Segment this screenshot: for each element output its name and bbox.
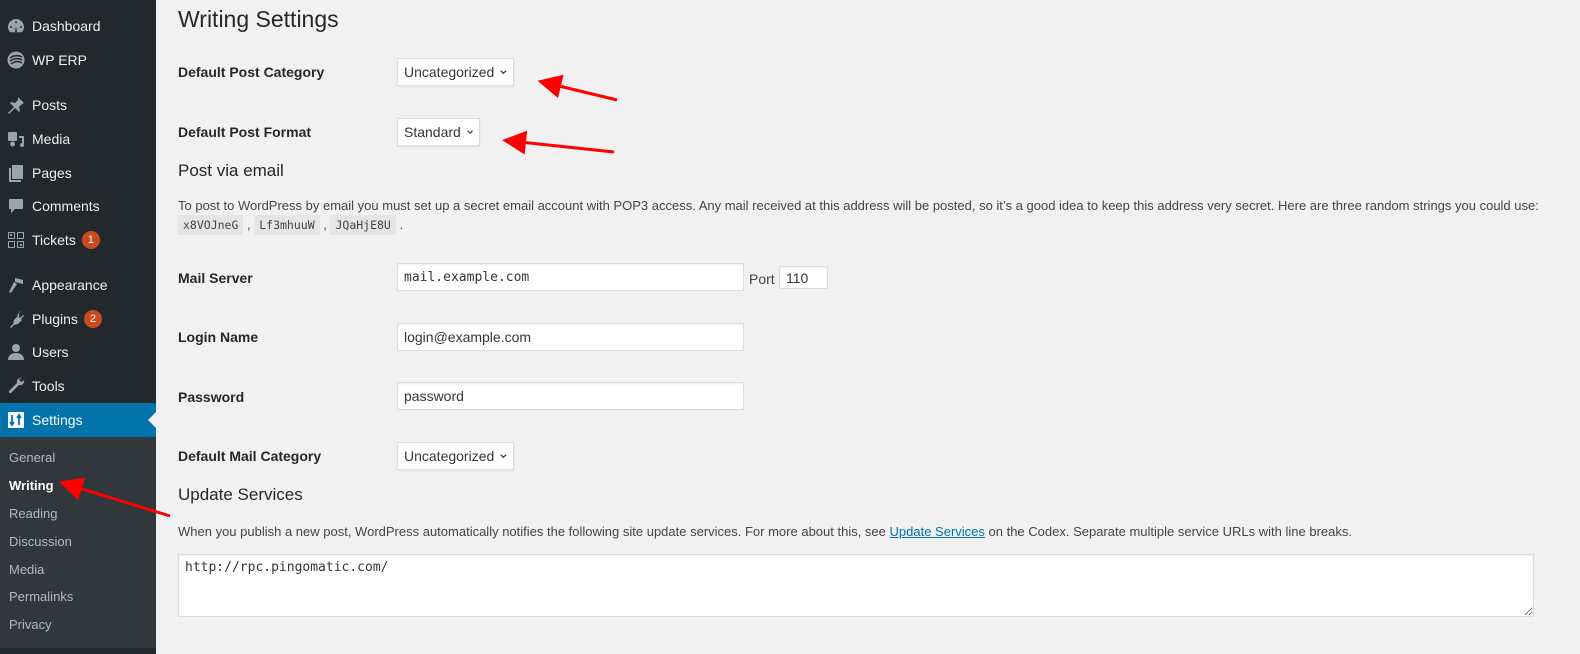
submenu-permalinks[interactable]: Permalinks xyxy=(9,589,73,604)
random-string: x8VOJneG xyxy=(178,215,244,235)
settings-icon xyxy=(0,410,32,430)
submenu-media[interactable]: Media xyxy=(9,562,44,577)
submenu-discussion[interactable]: Discussion xyxy=(9,534,72,549)
random-string: Lf3mhuuW xyxy=(254,215,320,235)
menu-label: WP ERP xyxy=(32,52,87,68)
notification-badge: 1 xyxy=(81,231,100,249)
submenu-general[interactable]: General xyxy=(9,450,55,465)
admin-sidebar: Dashboard WP ERP Posts Media Pages Comme… xyxy=(0,0,156,654)
login-name-label: Login Name xyxy=(178,329,259,345)
annotation-arrow xyxy=(502,130,615,155)
default-mail-category-label: Default Mail Category xyxy=(178,448,322,464)
menu-item-tools[interactable]: Tools xyxy=(0,369,156,403)
menu-item-media[interactable]: Media xyxy=(0,122,156,156)
menu-item-settings[interactable]: Settings xyxy=(0,403,156,437)
update-services-link[interactable]: Update Services xyxy=(890,524,985,539)
port-label: Port xyxy=(749,271,775,287)
annotation-arrow xyxy=(537,74,618,102)
menu-label: Appearance xyxy=(32,277,108,293)
select-value: Standard xyxy=(404,124,461,140)
chevron-down-icon xyxy=(500,70,507,75)
post-via-email-description: To post to WordPress by email you must s… xyxy=(178,198,1539,213)
update-services-heading: Update Services xyxy=(178,485,303,504)
menu-label: Media xyxy=(32,131,71,147)
media-icon xyxy=(0,129,32,149)
notification-badge: 2 xyxy=(83,310,102,328)
pages-icon xyxy=(0,163,32,183)
password-label: Password xyxy=(178,389,245,405)
default-mail-category-select[interactable]: Uncategorized xyxy=(397,442,514,470)
plugin-icon xyxy=(0,309,32,329)
menu-item-appearance[interactable]: Appearance xyxy=(0,268,156,302)
post-via-email-heading: Post via email xyxy=(178,161,284,180)
menu-label: Pages xyxy=(32,165,72,181)
default-post-format-label: Default Post Format xyxy=(178,124,312,140)
select-value: Uncategorized xyxy=(404,448,495,464)
menu-item-posts[interactable]: Posts xyxy=(0,88,156,122)
menu-label: Settings xyxy=(32,412,83,428)
login-name-input[interactable]: login@example.com xyxy=(397,323,744,351)
menu-item-dashboard[interactable]: Dashboard xyxy=(0,9,156,43)
ping-sites-textarea[interactable]: http://rpc.pingomatic.com/ xyxy=(178,554,1534,617)
password-input[interactable]: password xyxy=(397,382,744,410)
menu-label: Comments xyxy=(32,198,100,214)
comment-icon xyxy=(0,196,32,216)
update-services-description: When you publish a new post, WordPress a… xyxy=(178,524,1352,539)
submenu-writing[interactable]: Writing xyxy=(9,478,54,493)
submenu-privacy[interactable]: Privacy xyxy=(9,617,52,632)
menu-item-pages[interactable]: Pages xyxy=(0,156,156,190)
random-strings: x8VOJneG , Lf3mhuuW , JQaHjE8U . xyxy=(178,215,403,235)
active-menu-pointer xyxy=(148,412,156,428)
wp-erp-icon xyxy=(0,50,32,70)
mail-server-label: Mail Server xyxy=(178,270,253,286)
desc-text: When you publish a new post, WordPress a… xyxy=(178,524,890,539)
pushpin-icon xyxy=(0,95,32,115)
desc-text: on the Codex. Separate multiple service … xyxy=(984,524,1352,539)
select-value: Uncategorized xyxy=(404,64,495,80)
default-post-category-select[interactable]: Uncategorized xyxy=(397,58,514,86)
dashboard-icon xyxy=(0,16,32,36)
menu-item-tickets[interactable]: Tickets 1 xyxy=(0,223,156,257)
default-post-format-select[interactable]: Standard xyxy=(397,118,480,146)
menu-label: Dashboard xyxy=(32,18,101,34)
menu-label: Tickets xyxy=(32,232,76,248)
random-string: JQaHjE8U xyxy=(330,215,396,235)
submenu-reading[interactable]: Reading xyxy=(9,506,57,521)
settings-submenu: General Writing Reading Discussion Media… xyxy=(0,437,156,648)
chevron-down-icon xyxy=(500,454,507,459)
user-icon xyxy=(0,342,32,362)
wrench-icon xyxy=(0,376,32,396)
page-title: Writing Settings xyxy=(178,6,339,32)
chevron-down-icon xyxy=(467,130,473,135)
menu-label: Tools xyxy=(32,378,65,394)
menu-item-plugins[interactable]: Plugins 2 xyxy=(0,302,156,336)
menu-label: Plugins xyxy=(32,311,78,327)
default-post-category-label: Default Post Category xyxy=(178,64,325,80)
tickets-icon xyxy=(0,230,32,250)
menu-label: Users xyxy=(32,344,69,360)
paintbrush-icon xyxy=(0,275,32,295)
menu-label: Posts xyxy=(32,97,68,113)
mail-server-input[interactable]: mail.example.com xyxy=(397,263,744,291)
menu-item-comments[interactable]: Comments xyxy=(0,189,156,223)
menu-item-users[interactable]: Users xyxy=(0,335,156,369)
menu-item-wp-erp[interactable]: WP ERP xyxy=(0,43,156,77)
port-input[interactable]: 110 xyxy=(779,266,828,289)
